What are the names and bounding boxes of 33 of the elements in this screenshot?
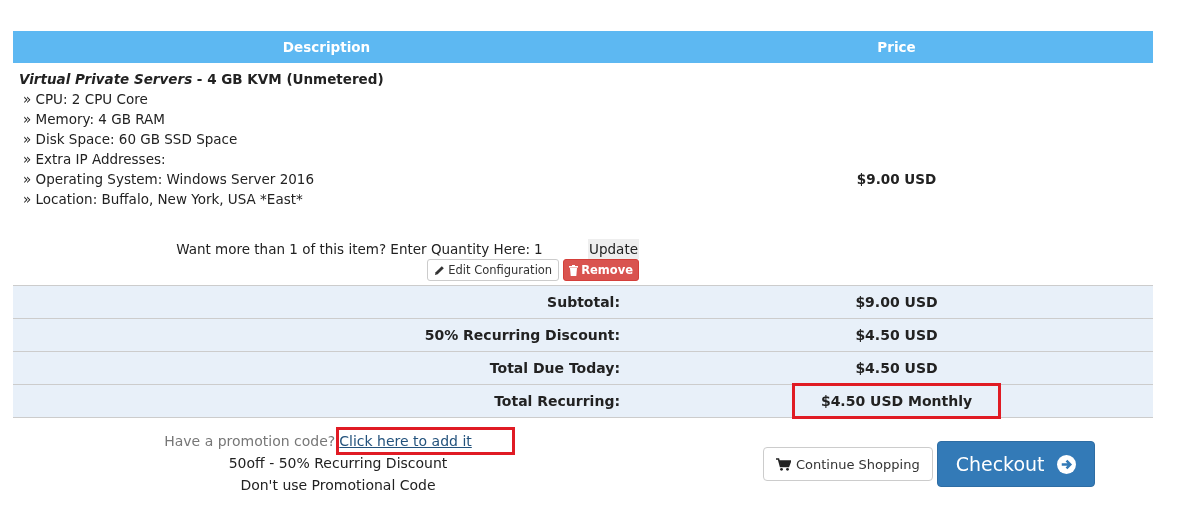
quantity-label: Want more than 1 of this item? Enter Quantity Here: — [176, 240, 531, 259]
item-price: $9.00 USD — [856, 171, 937, 187]
total-label: Total Due Today: — [489, 360, 620, 376]
arrow-circle-icon — [1056, 454, 1076, 474]
product-option: » CPU: 2 CPU Core — [19, 89, 634, 109]
total-label: Subtotal: — [547, 294, 620, 310]
product-option: » Operating System: Windows Server 2016 — [19, 169, 634, 189]
total-value: $4.50 USD Monthly — [794, 386, 999, 416]
total-label: 50% Recurring Discount: — [424, 327, 620, 343]
trash-icon — [569, 264, 579, 276]
quantity-field[interactable]: 1 — [534, 239, 585, 259]
promo-prompt: Have a promotion code? — [164, 432, 336, 451]
cart-icon — [776, 457, 791, 471]
update-button[interactable]: Update — [588, 239, 639, 259]
pencil-icon — [434, 264, 446, 276]
product-option: » Extra IP Addresses: — [19, 149, 634, 169]
checkout-button[interactable]: Checkout — [936, 441, 1095, 487]
product-option: » Memory: 4 GB RAM — [19, 109, 634, 129]
remove-promo-link[interactable]: Don't use Promotional Code — [240, 474, 436, 496]
column-header: Price — [876, 39, 917, 55]
total-value: $4.50 USD — [855, 359, 938, 378]
product-option: » Location: Buffalo, New York, USA *East* — [19, 189, 634, 209]
continue-shopping-button[interactable]: Continue Shopping — [763, 447, 933, 481]
add-promo-link[interactable]: Click here to add it — [339, 430, 512, 452]
column-header: Description — [281, 39, 372, 55]
total-value: $4.50 USD — [855, 326, 938, 345]
product-title: Virtual Private Servers - 4 GB KVM (Unmetered) — [19, 70, 385, 89]
applied-promo: 50off - 50% Recurring Discount — [228, 454, 448, 473]
product-option: » Disk Space: 60 GB SSD Space — [19, 129, 634, 149]
remove-button[interactable]: Remove — [563, 259, 639, 281]
total-label: Total Recurring: — [494, 393, 620, 409]
total-value: $9.00 USD — [855, 293, 938, 312]
edit-configuration-button[interactable]: Edit Configuration — [427, 259, 560, 281]
